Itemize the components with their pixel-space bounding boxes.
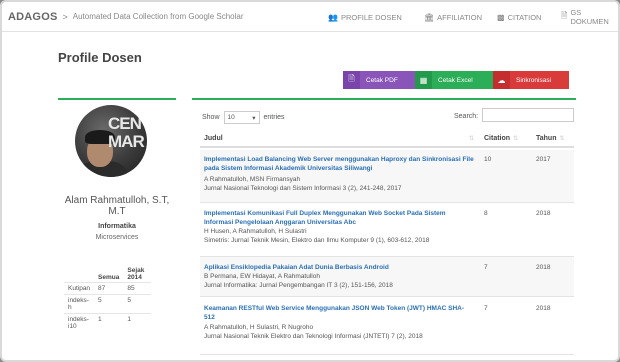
chevron-down-icon: ▾ bbox=[252, 114, 256, 122]
nav-gs-dokumen-label: GS DOKUMEN bbox=[570, 8, 609, 26]
column-tahun[interactable]: Tahun ⇅ bbox=[536, 135, 565, 142]
stats-header-empty bbox=[64, 266, 94, 283]
publication-venue: Jurnal Informatika: Jurnal Pengembangan … bbox=[204, 282, 393, 289]
document-icon: 🗎 bbox=[561, 11, 568, 20]
citation-count: 10 bbox=[484, 156, 492, 163]
stats-label: indeks-i10 bbox=[64, 313, 95, 332]
table-row: Aplikasi Ensiklopedia Pakaian Adat Dunia… bbox=[200, 257, 574, 297]
stats-row-citations: Kutipan 87 85 bbox=[64, 282, 152, 295]
publication-venue: Jurnal Nasional Teknik Elektro dan Tekno… bbox=[204, 333, 423, 340]
people-icon: 👥 bbox=[328, 12, 338, 22]
avatar-background-text: CENT MAR bbox=[108, 114, 147, 151]
profile-group: Microservices bbox=[95, 234, 139, 241]
publication-venue: Jurnal Nasional Teknologi dan Sistem Inf… bbox=[204, 185, 402, 192]
citation-count: 8 bbox=[484, 210, 488, 217]
stats-value-since: 5 bbox=[123, 294, 152, 314]
institution-icon: 🏛 bbox=[424, 12, 435, 22]
search-input[interactable] bbox=[482, 108, 574, 122]
print-pdf-button[interactable]: 🗎 Cetak PDF bbox=[343, 71, 415, 89]
stats-value-all: 5 bbox=[94, 294, 124, 314]
stats-value-since: 85 bbox=[123, 282, 152, 295]
publication-title-link[interactable]: Aplikasi Ensiklopedia Pakaian Adat Dunia… bbox=[204, 264, 474, 273]
bar-chart-icon: ▩ bbox=[497, 12, 505, 22]
entries-control: Show 10 ▾ entries bbox=[202, 111, 285, 124]
nav-affiliation[interactable]: 🏛 AFFILIATION bbox=[424, 2, 482, 32]
column-tahun-label: Tahun bbox=[536, 135, 557, 142]
citation-count: 7 bbox=[484, 305, 488, 312]
table-divider bbox=[192, 98, 576, 100]
column-judul[interactable]: Judul bbox=[204, 135, 223, 142]
publication-authors: B Permana, EW Hidayat, A Rahmatulloh bbox=[204, 273, 320, 280]
brand-logo-text[interactable]: ADAGOS bbox=[8, 11, 57, 23]
publication-authors: A Rahmatulloh, MSN Firmansyah bbox=[204, 176, 301, 183]
profile-name: Alam Rahmatulloh, S.T, M.T bbox=[64, 195, 170, 217]
publication-title-link[interactable]: Implementasi Load Balancing Web Server m… bbox=[204, 156, 474, 173]
column-judul-label: Judul bbox=[204, 135, 223, 142]
profile-department: Informatika bbox=[98, 223, 136, 230]
cloud-sync-icon: ☁ bbox=[493, 71, 510, 89]
publication-year: 2018 bbox=[536, 210, 551, 217]
entries-label: entries bbox=[263, 114, 285, 121]
nav-citation-label: CITATION bbox=[507, 12, 542, 22]
nav-citation[interactable]: ▩ CITATION bbox=[497, 2, 541, 32]
stats-row-h-index: indeks-h 5 5 bbox=[64, 294, 152, 314]
search-label: Search: bbox=[454, 113, 479, 120]
page-title: Profile Dosen bbox=[58, 50, 142, 65]
stats-header-since: Sejak 2014 bbox=[127, 267, 145, 281]
print-excel-label: Cetak Excel bbox=[438, 76, 473, 84]
table-row: Keamanan RESTful Web Service Menggunakan… bbox=[200, 297, 574, 355]
nav-profile-dosen-label: PROFILE DOSEN bbox=[340, 12, 402, 22]
publication-title-link[interactable]: Implementasi Komunikasi Full Duplex Meng… bbox=[204, 210, 474, 227]
entries-value: 10 bbox=[227, 114, 235, 121]
table-row: Implementasi Load Balancing Web Server m… bbox=[200, 150, 574, 203]
pdf-icon: 🗎 bbox=[343, 71, 360, 89]
stats-value-all: 87 bbox=[94, 282, 124, 295]
table-row: Implementasi Komunikasi Full Duplex Meng… bbox=[200, 203, 574, 257]
citation-count: 7 bbox=[484, 264, 488, 271]
sync-label: Sinkronisasi bbox=[516, 76, 552, 84]
publication-year: 2018 bbox=[536, 305, 551, 312]
publication-title-link[interactable]: Keamanan RESTful Web Service Menggunakan… bbox=[204, 305, 474, 322]
stats-value-all: 1 bbox=[94, 313, 124, 332]
sort-icon: ⇅ bbox=[559, 136, 565, 142]
app-window: ADAGOS > Automated Data Collection from … bbox=[0, 0, 620, 362]
print-pdf-label: Cetak PDF bbox=[366, 76, 398, 84]
nav-affiliation-label: AFFILIATION bbox=[437, 12, 483, 22]
publication-authors: H Husen, A Rahmatulloh, H Sulastri bbox=[204, 228, 307, 235]
profile-divider bbox=[58, 98, 176, 100]
sort-desc-icon: ⇅ bbox=[513, 136, 519, 142]
excel-icon: ▦ bbox=[415, 71, 432, 89]
nav-profile-dosen[interactable]: 👥 PROFILE DOSEN bbox=[328, 2, 402, 32]
publication-authors: A Rahmatulloh, H Sulastri, R Nugroho bbox=[204, 324, 314, 331]
publication-year: 2017 bbox=[536, 156, 551, 163]
column-citation-label: Citation bbox=[484, 135, 511, 142]
stats-value-since: 1 bbox=[123, 313, 152, 332]
table-header: Judul ⇅ Citation ⇅ Tahun ⇅ bbox=[200, 128, 574, 148]
stats-label: indeks-h bbox=[64, 294, 95, 314]
app-subtitle: Automated Data Collection from Google Sc… bbox=[72, 12, 244, 21]
publication-venue: Simetris: Jurnal Teknik Mesin, Elektro d… bbox=[204, 237, 430, 244]
print-excel-button[interactable]: ▦ Cetak Excel bbox=[415, 71, 493, 89]
entries-select[interactable]: 10 ▾ bbox=[223, 111, 260, 124]
show-label: Show bbox=[202, 114, 220, 121]
citation-stats-table: Semua Sejak 2014 Kutipan 87 85 indeks-h … bbox=[64, 266, 152, 332]
column-citation[interactable]: Citation ⇅ bbox=[484, 135, 518, 142]
stats-header-all: Semua bbox=[98, 274, 120, 281]
sort-icon[interactable]: ⇅ bbox=[466, 135, 474, 142]
breadcrumb-separator: > bbox=[62, 11, 68, 22]
avatar: CENT MAR bbox=[75, 105, 147, 177]
nav-gs-dokumen[interactable]: 🗎 GS DOKUMEN bbox=[561, 2, 618, 32]
stats-label: Kutipan bbox=[64, 282, 95, 295]
publication-year: 2018 bbox=[536, 264, 551, 271]
stats-row-i10-index: indeks-i10 1 1 bbox=[64, 313, 152, 332]
sync-button[interactable]: ☁ Sinkronisasi bbox=[493, 71, 569, 89]
